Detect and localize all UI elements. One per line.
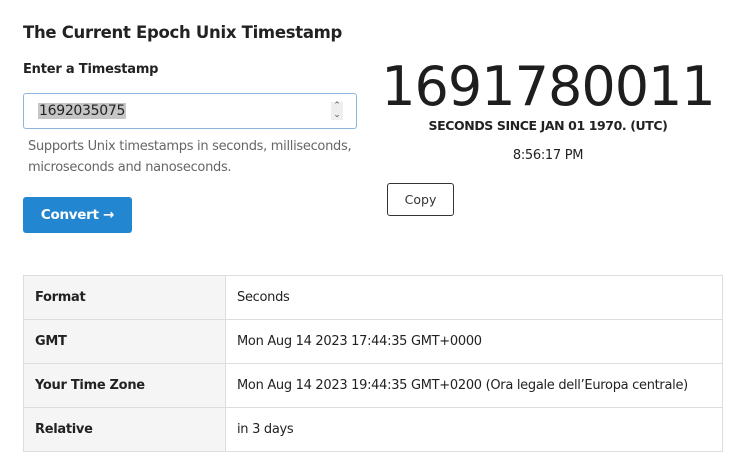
timestamp-input[interactable]: 1692035075 ⌃ ⌄ <box>23 93 357 129</box>
row-key: Format <box>23 275 226 320</box>
row-value: Seconds <box>225 275 723 320</box>
input-help-text: Supports Unix timestamps in seconds, mil… <box>28 139 352 175</box>
current-time: 8:56:17 PM <box>512 148 584 163</box>
row-value: Mon Aug 14 2023 19:44:35 GMT+0200 (Ora l… <box>225 363 723 408</box>
table-row: GMT Mon Aug 14 2023 17:44:35 GMT+0000 <box>23 319 723 364</box>
convert-button[interactable]: Convert → <box>23 197 132 233</box>
timestamp-label: Enter a Timestamp <box>23 62 159 77</box>
spinner-icon[interactable]: ⌃ ⌄ <box>331 102 343 120</box>
timestamp-input-value[interactable]: 1692035075 <box>38 103 127 119</box>
current-epoch: 1691780011 <box>381 55 716 118</box>
row-value: Mon Aug 14 2023 17:44:35 GMT+0000 <box>225 319 723 364</box>
epoch-caption: SECONDS SINCE JAN 01 1970. (UTC) <box>428 118 668 133</box>
copy-button[interactable]: Copy <box>387 183 454 216</box>
row-key: GMT <box>23 319 226 364</box>
table-row: Format Seconds <box>23 275 723 320</box>
row-key: Relative <box>23 407 226 452</box>
result-table: Format Seconds GMT Mon Aug 14 2023 17:44:3… <box>23 275 723 452</box>
row-key: Your Time Zone <box>23 363 226 408</box>
table-row: Relative in 3 days <box>23 407 723 452</box>
row-value: in 3 days <box>225 407 723 452</box>
table-row: Your Time Zone Mon Aug 14 2023 19:44:35 G… <box>23 363 723 408</box>
page-title: The Current Epoch Unix Timestamp <box>23 23 343 42</box>
